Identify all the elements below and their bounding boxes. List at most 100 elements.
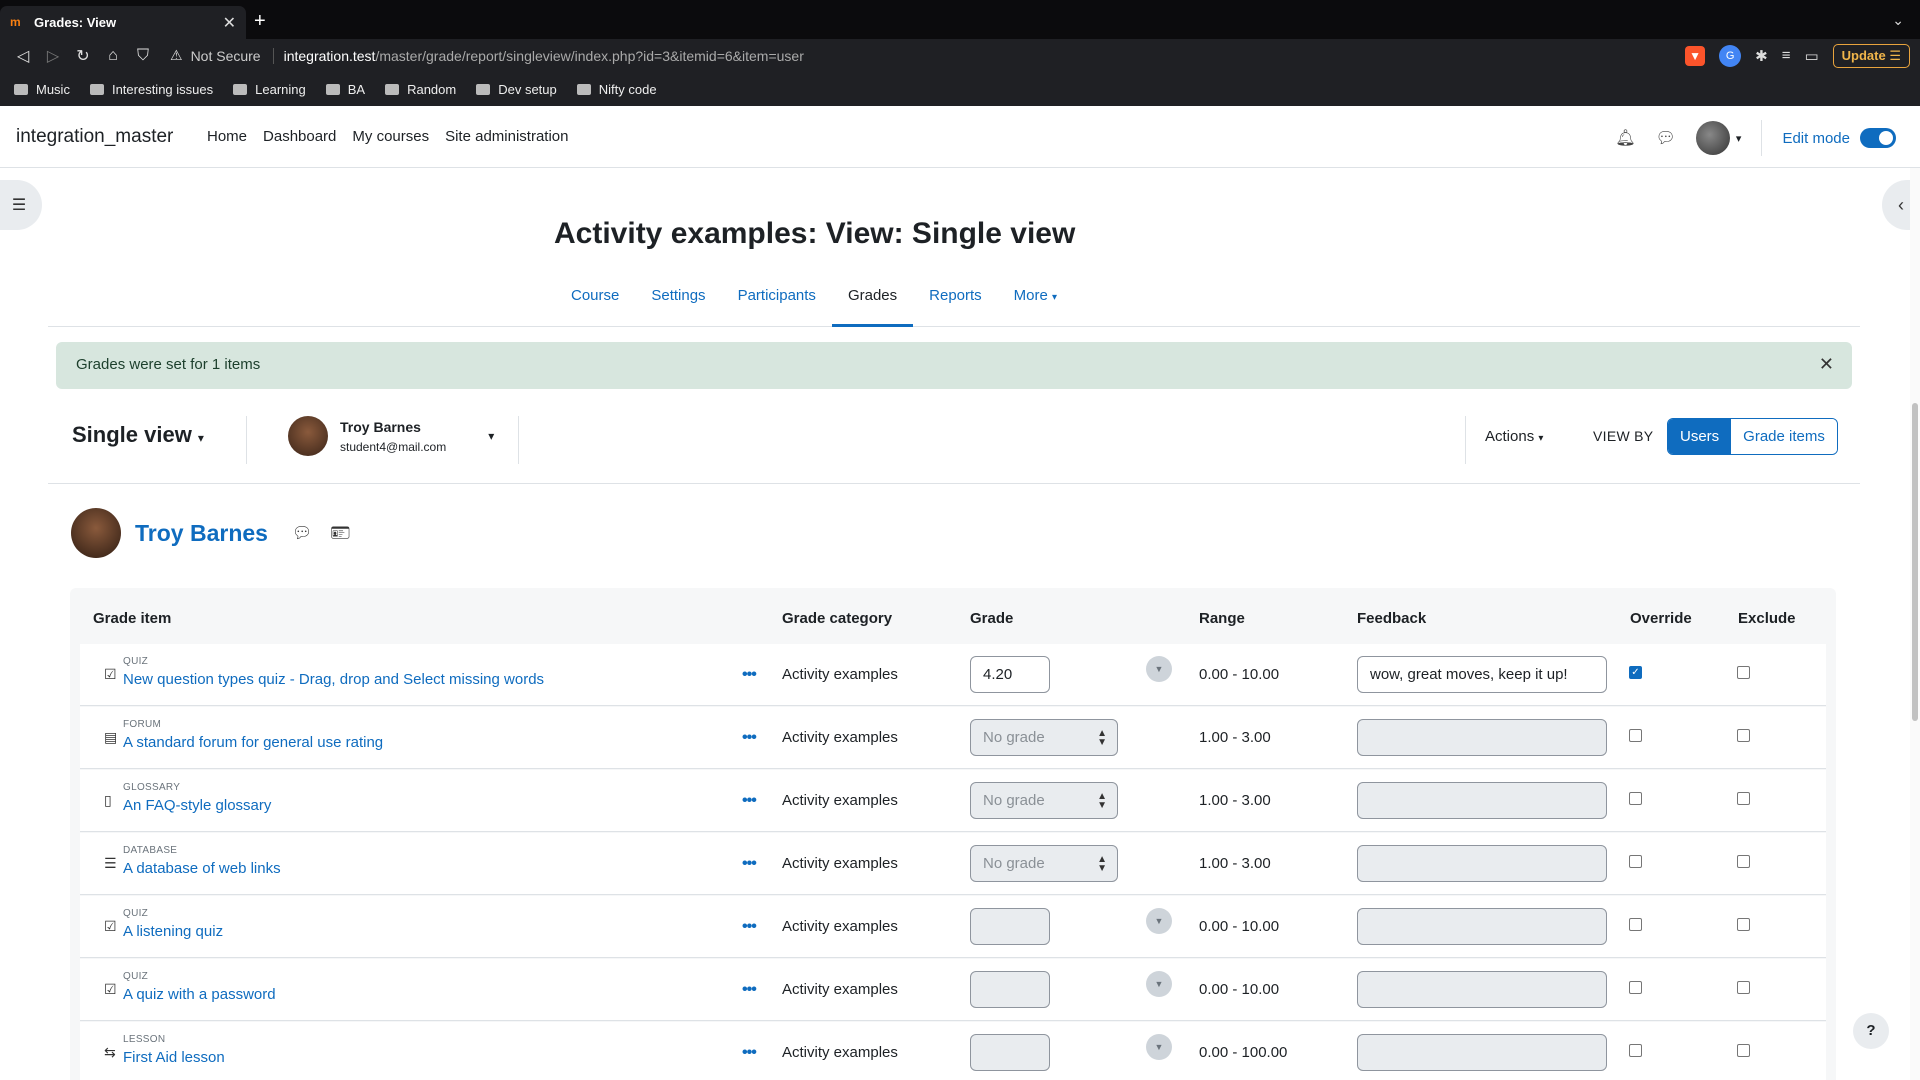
grade-table: Grade item Grade category Grade Range Fe… — [70, 588, 1836, 1080]
bookmark-music[interactable]: Music — [14, 82, 70, 97]
chevron-down-icon[interactable]: ▼ — [1146, 1034, 1172, 1060]
override-checkbox[interactable] — [1629, 918, 1642, 931]
bookmark-random[interactable]: Random — [385, 82, 456, 97]
exclude-checkbox[interactable] — [1737, 855, 1750, 868]
actions-dropdown[interactable]: Actions ▾ — [1485, 428, 1543, 445]
nav-site-administration[interactable]: Site administration — [445, 128, 568, 145]
more-actions-icon[interactable]: ••• — [742, 729, 757, 747]
reload-icon[interactable]: ↻ — [68, 46, 98, 66]
brave-shield-icon[interactable]: ▼ — [1685, 45, 1706, 66]
edit-mode-switch[interactable]: Edit mode — [1782, 128, 1896, 148]
grade-item-link[interactable]: A quiz with a password — [123, 986, 276, 1003]
feedback-input[interactable] — [1357, 908, 1607, 945]
user-menu[interactable]: ▾ — [1695, 121, 1741, 155]
playlist-icon[interactable]: ≡ — [1782, 47, 1791, 64]
tab-grades[interactable]: Grades — [831, 270, 914, 327]
scrollbar-thumb[interactable] — [1912, 403, 1918, 721]
feedback-input[interactable]: wow, great moves, keep it up! — [1357, 656, 1607, 693]
feedback-input[interactable] — [1357, 1034, 1607, 1071]
bookmark-learning[interactable]: Learning — [233, 82, 306, 97]
chevron-down-icon[interactable]: ▼ — [1146, 971, 1172, 997]
more-actions-icon[interactable]: ••• — [742, 666, 757, 684]
grade-select[interactable]: No grade ▲ ▼ — [970, 719, 1118, 756]
forward-icon[interactable]: ▷ — [38, 46, 68, 66]
more-actions-icon[interactable]: ••• — [742, 918, 757, 936]
feedback-input[interactable] — [1357, 719, 1607, 756]
feedback-input[interactable] — [1357, 971, 1607, 1008]
chevron-down-icon[interactable]: ▼ — [1146, 908, 1172, 934]
edit-mode-toggle[interactable] — [1860, 128, 1896, 148]
more-actions-icon[interactable]: ••• — [742, 1044, 757, 1062]
view-grade-items-button[interactable]: Grade items — [1731, 419, 1837, 454]
override-checkbox[interactable] — [1629, 981, 1642, 994]
feedback-input[interactable] — [1357, 845, 1607, 882]
override-checkbox[interactable] — [1629, 855, 1642, 868]
page-scrollbar[interactable] — [1910, 168, 1920, 1080]
tab-participants[interactable]: Participants — [722, 270, 832, 327]
grade-item-link[interactable]: First Aid lesson — [123, 1049, 225, 1066]
translate-icon[interactable]: G — [1719, 44, 1742, 67]
grade-item-link[interactable]: New question types quiz - Drag, drop and… — [123, 671, 544, 688]
grade-item-link[interactable]: An FAQ-style glossary — [123, 797, 271, 814]
override-checkbox[interactable] — [1629, 729, 1642, 742]
exclude-checkbox[interactable] — [1737, 1044, 1750, 1057]
close-tab-icon[interactable]: ✕ — [223, 13, 236, 33]
new-tab-icon[interactable]: + — [254, 10, 266, 33]
message-icon[interactable]: 💬︎ — [292, 523, 312, 543]
user-name-link[interactable]: Troy Barnes — [135, 520, 268, 547]
bookmark-interesting-issues[interactable]: Interesting issues — [89, 82, 213, 97]
home-icon[interactable]: ⌂ — [98, 47, 128, 65]
grade-item-link[interactable]: A database of web links — [123, 860, 281, 877]
browser-tab[interactable]: m Grades: View ✕ — [0, 6, 246, 39]
exclude-checkbox[interactable] — [1737, 792, 1750, 805]
update-button[interactable]: Update ☰ — [1832, 43, 1910, 68]
exclude-checkbox[interactable] — [1737, 981, 1750, 994]
override-checkbox[interactable] — [1629, 1044, 1642, 1057]
grade-input[interactable]: 4.20 — [970, 656, 1050, 693]
exclude-checkbox[interactable] — [1737, 729, 1750, 742]
tab-course[interactable]: Course — [555, 270, 635, 327]
override-checkbox[interactable] — [1629, 792, 1642, 805]
bookmark-ba[interactable]: BA — [325, 82, 365, 97]
messages-icon[interactable]: 💬︎ — [1656, 128, 1676, 148]
bookmark-icon[interactable]: ⛉ — [128, 47, 158, 65]
tab-reports[interactable]: Reports — [913, 270, 998, 327]
site-brand[interactable]: integration_master — [16, 126, 173, 148]
grade-input[interactable] — [970, 1034, 1050, 1071]
view-users-button[interactable]: Users — [1668, 419, 1732, 454]
grade-input[interactable] — [970, 971, 1050, 1008]
grade-item-link[interactable]: A standard forum for general use rating — [123, 734, 383, 751]
user-selector[interactable]: Troy Barnes student4@mail.com ▾ — [288, 416, 494, 456]
tab-settings[interactable]: Settings — [635, 270, 721, 327]
report-selector[interactable]: Single view ▾ — [72, 422, 204, 448]
nav-dashboard[interactable]: Dashboard — [263, 128, 336, 145]
more-actions-icon[interactable]: ••• — [742, 981, 757, 999]
feedback-input[interactable] — [1357, 782, 1607, 819]
more-actions-icon[interactable]: ••• — [742, 855, 757, 873]
grade-input[interactable] — [970, 908, 1050, 945]
more-actions-icon[interactable]: ••• — [742, 792, 757, 810]
extensions-icon[interactable]: ✱ — [1755, 47, 1768, 65]
exclude-checkbox[interactable] — [1737, 666, 1750, 679]
address-bar[interactable]: ⚠ Not Secure integration.test /master/gr… — [170, 42, 1650, 69]
profile-card-icon[interactable]: 🪪︎ — [330, 523, 350, 543]
help-button[interactable]: ? — [1853, 1013, 1889, 1049]
user-photo[interactable] — [71, 508, 121, 558]
nav-home[interactable]: Home — [207, 128, 247, 145]
grade-select[interactable]: No grade ▲ ▼ — [970, 782, 1118, 819]
back-icon[interactable]: ◁ — [8, 46, 38, 66]
exclude-checkbox[interactable] — [1737, 918, 1750, 931]
bookmark-dev-setup[interactable]: Dev setup — [476, 82, 557, 97]
nav-my-courses[interactable]: My courses — [352, 128, 429, 145]
course-index-toggle[interactable]: ☰ — [0, 180, 42, 230]
tab-more[interactable]: More ▾ — [998, 270, 1073, 327]
chevron-down-icon[interactable]: ▼ — [1146, 656, 1172, 682]
bookmark-nifty-code[interactable]: Nifty code — [576, 82, 657, 97]
tab-search-chevron-icon[interactable]: ⌄ — [1892, 12, 1904, 29]
close-icon[interactable]: ✕ — [1819, 354, 1834, 375]
grade-select[interactable]: No grade ▲ ▼ — [970, 845, 1118, 882]
grade-item-link[interactable]: A listening quiz — [123, 923, 223, 940]
wallet-icon[interactable]: ▭ — [1804, 47, 1818, 65]
notifications-bell-icon[interactable]: 🔔︎ — [1615, 128, 1635, 148]
override-checkbox[interactable]: ✓ — [1629, 666, 1642, 679]
